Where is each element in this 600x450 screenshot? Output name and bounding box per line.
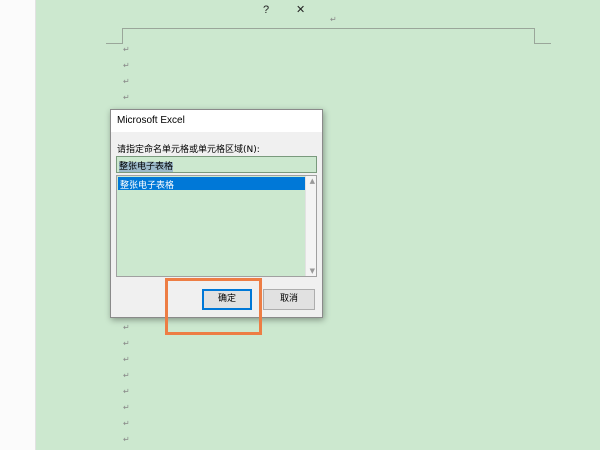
help-icon[interactable]: ? [263, 4, 269, 16]
scroll-down-icon[interactable]: ▼ [310, 267, 315, 275]
dialog-title: Microsoft Excel [117, 115, 185, 126]
paragraph-mark: ↵ [123, 93, 130, 102]
range-prompt-label: 请指定命名单元格或单元格区域(N): [117, 145, 260, 155]
crop-mark-right-vertical [534, 28, 535, 43]
left-margin [0, 0, 36, 450]
crop-mark-left-vertical [122, 28, 123, 43]
scroll-up-icon[interactable]: ▲ [310, 177, 315, 185]
paragraph-mark: ↵ [123, 355, 130, 364]
range-name-input[interactable]: 整张电子表格 [116, 156, 317, 173]
ok-button-highlight [165, 278, 262, 335]
dialog-titlebar[interactable]: Microsoft Excel [111, 110, 322, 132]
paragraph-mark: ↵ [123, 323, 130, 332]
paragraph-mark: ↵ [123, 77, 130, 86]
range-listbox[interactable]: 整张电子表格 ▲ ▼ [116, 175, 317, 277]
list-item-selected[interactable]: 整张电子表格 [118, 177, 305, 191]
paragraph-mark: ↵ [123, 403, 130, 412]
paragraph-mark: ↵ [123, 371, 130, 380]
close-icon[interactable]: ✕ [296, 3, 305, 16]
crop-mark-left-horizontal [106, 43, 123, 44]
range-name-value: 整张电子表格 [119, 162, 174, 172]
crop-mark-right-horizontal [534, 43, 551, 44]
paragraph-mark: ↵ [123, 419, 130, 428]
paragraph-mark: ↵ [123, 339, 130, 348]
header-paragraph-mark: ↵ [330, 15, 337, 24]
paragraph-mark: ↵ [123, 435, 130, 444]
paragraph-mark: ↵ [123, 45, 130, 54]
paragraph-mark: ↵ [123, 387, 130, 396]
listbox-scrollbar[interactable]: ▲ ▼ [305, 176, 316, 276]
cancel-button[interactable]: 取消 [263, 289, 315, 310]
paragraph-mark: ↵ [123, 61, 130, 70]
header-boundary-line [122, 28, 534, 29]
